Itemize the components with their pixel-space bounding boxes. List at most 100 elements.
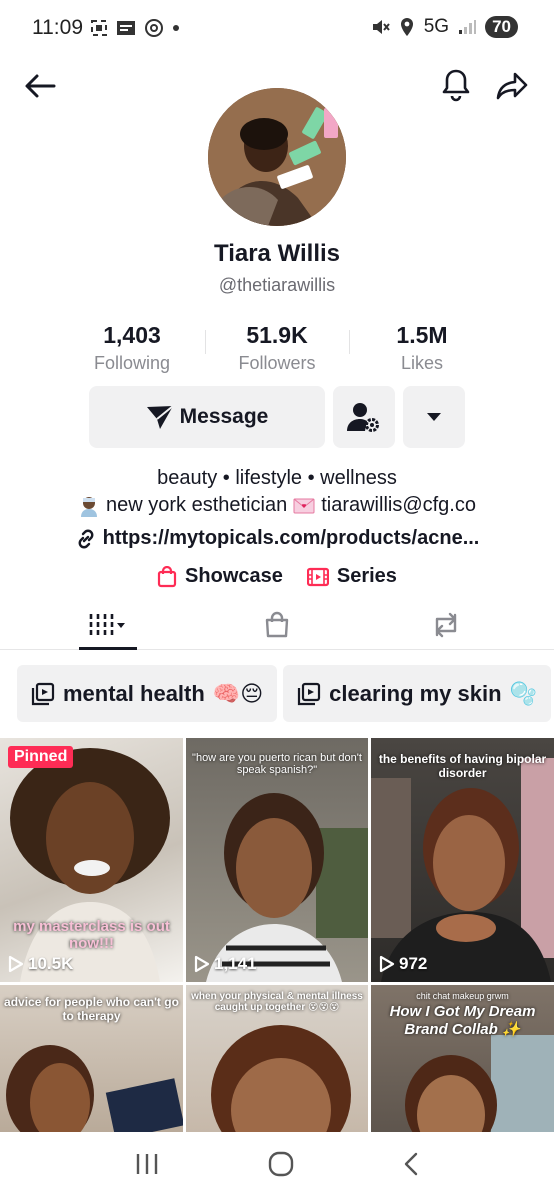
- view-count-value: 1,141: [214, 954, 257, 973]
- stat-divider: [349, 330, 350, 354]
- video-caption: "how are you puerto rican but don't spea…: [192, 752, 362, 776]
- signal-icon: [459, 20, 477, 34]
- view-count-value: 972: [399, 954, 428, 973]
- esthetician-emoji-icon: [81, 496, 97, 517]
- calendar-icon: [117, 21, 135, 35]
- profile-link[interactable]: https://mytopicals.com/products/acne...: [0, 527, 554, 550]
- stat-following[interactable]: 1,403 Following: [60, 322, 204, 374]
- notification-button[interactable]: [436, 64, 476, 106]
- system-back-button[interactable]: [402, 1151, 420, 1182]
- playlist-emoji: 🧠😔: [212, 680, 264, 706]
- stat-label: Likes: [400, 353, 444, 373]
- battery-badge: 70: [485, 16, 518, 38]
- repost-icon: [435, 612, 457, 638]
- video-tile[interactable]: advice for people who can't go to therap…: [0, 985, 183, 1133]
- send-icon: [146, 405, 174, 429]
- series-label: Series: [336, 565, 397, 587]
- playlist-label: mental health: [63, 680, 205, 706]
- back-button[interactable]: [20, 66, 60, 106]
- status-bar: 11:09 5G 70: [0, 0, 554, 60]
- screenshot-icon: [91, 20, 107, 36]
- playlist-emoji: 🫧: [509, 680, 537, 706]
- shopping-bag-tab-icon: [265, 611, 289, 638]
- series-button[interactable]: Series: [306, 565, 397, 588]
- avatar-photo: [208, 88, 346, 226]
- love-letter-icon: [293, 498, 315, 513]
- video-caption: advice for people who can't go to therap…: [4, 995, 179, 1023]
- playlist-clearing-my-skin[interactable]: clearing my skin 🫧: [283, 665, 551, 722]
- video-caption: when your physical & mental illness caug…: [191, 991, 363, 1013]
- recent-apps-icon: [136, 1153, 157, 1174]
- view-count-value: 10.5K: [28, 954, 74, 973]
- play-icon: [194, 955, 210, 973]
- bio-line2: new york esthetician tiarawillis@cfg.co: [0, 492, 554, 519]
- link-icon: [78, 529, 94, 548]
- mute-icon: [372, 20, 390, 34]
- video-caption: How I Got My Dream Brand Collab ✨: [389, 1003, 536, 1038]
- video-grid: Pinned my masterclass is out now!!! 10.5…: [0, 738, 554, 1133]
- profile-actions: Message: [89, 386, 465, 448]
- system-nav-bar: [0, 1132, 554, 1200]
- play-icon: [8, 955, 24, 973]
- video-tile[interactable]: when your physical & mental illness caug…: [186, 985, 368, 1133]
- bio-occupation: new york esthetician: [106, 494, 288, 516]
- tab-reposts[interactable]: [396, 600, 496, 650]
- stat-value: 1.5M: [396, 322, 448, 348]
- share-button[interactable]: [492, 66, 532, 106]
- tab-videos[interactable]: [58, 600, 158, 650]
- location-icon: [400, 18, 413, 36]
- showcase-label: Showcase: [185, 565, 283, 587]
- shopping-bag-icon: [157, 565, 177, 587]
- view-count: 10.5K: [8, 954, 73, 974]
- chevron-left-icon: [405, 1152, 418, 1175]
- recent-apps-button[interactable]: [134, 1152, 160, 1181]
- dot-icon: [173, 25, 179, 31]
- stat-followers[interactable]: 51.9K Followers: [205, 322, 349, 374]
- status-notification-icons: [90, 18, 180, 38]
- more-dropdown-button[interactable]: [403, 386, 465, 448]
- video-caption-small: chit chat makeup grwm: [416, 991, 509, 1001]
- playlist-mental-health[interactable]: mental health 🧠😔: [17, 665, 278, 722]
- stat-value: 51.9K: [246, 322, 308, 348]
- videos-grid-icon: [89, 614, 125, 636]
- profile-handle: @thetiarawillis: [218, 275, 336, 295]
- message-label: Message: [179, 405, 269, 428]
- play-icon: [379, 955, 395, 973]
- tab-shop[interactable]: [227, 600, 327, 650]
- status-time: 11:09: [32, 16, 83, 39]
- tab-underline: [79, 647, 137, 650]
- stat-value: 1,403: [103, 322, 161, 348]
- stat-divider: [205, 330, 206, 354]
- playlist-icon: [298, 682, 321, 705]
- network-label: 5G: [423, 16, 450, 37]
- video-tile[interactable]: chit chat makeup grwm How I Got My Dream…: [371, 985, 554, 1133]
- stat-label: Followers: [238, 353, 316, 373]
- follow-settings-button[interactable]: [333, 386, 395, 448]
- bio-email[interactable]: tiarawillis@cfg.co: [321, 492, 476, 519]
- threads-icon: [145, 19, 163, 37]
- pinned-badge: Pinned: [8, 746, 74, 768]
- home-icon: [268, 1151, 294, 1176]
- video-caption: my masterclass is out now!!!: [13, 918, 170, 952]
- video-tile[interactable]: the benefits of having bipolar disorder …: [371, 738, 554, 982]
- series-film-icon: [306, 567, 329, 586]
- view-count: 972: [379, 954, 427, 974]
- playlist-icon: [31, 682, 55, 705]
- avatar[interactable]: [208, 88, 346, 226]
- profile-link-text: https://mytopicals.com/products/acne...: [102, 527, 480, 549]
- video-caption: the benefits of having bipolar disorder: [378, 752, 547, 780]
- bell-icon: [442, 69, 470, 102]
- bio-line1: beauty • lifestyle • wellness: [157, 467, 397, 489]
- profile-extras: Showcase Series: [0, 565, 554, 588]
- home-button[interactable]: [267, 1150, 295, 1183]
- video-tile[interactable]: Pinned my masterclass is out now!!! 10.5…: [0, 738, 183, 982]
- message-button[interactable]: Message: [89, 386, 325, 448]
- stat-likes[interactable]: 1.5M Likes: [350, 322, 494, 374]
- stat-label: Following: [93, 353, 171, 373]
- video-tile[interactable]: "how are you puerto rican but don't spea…: [186, 738, 368, 982]
- showcase-button[interactable]: Showcase: [157, 565, 283, 588]
- profile-stats: 1,403 Following 51.9K Followers 1.5M Lik…: [60, 322, 494, 374]
- bio: beauty • lifestyle • wellness new york e…: [0, 465, 554, 519]
- playlists: mental health 🧠😔 clearing my skin 🫧: [17, 665, 551, 722]
- status-right-icons: 5G 70: [370, 16, 518, 38]
